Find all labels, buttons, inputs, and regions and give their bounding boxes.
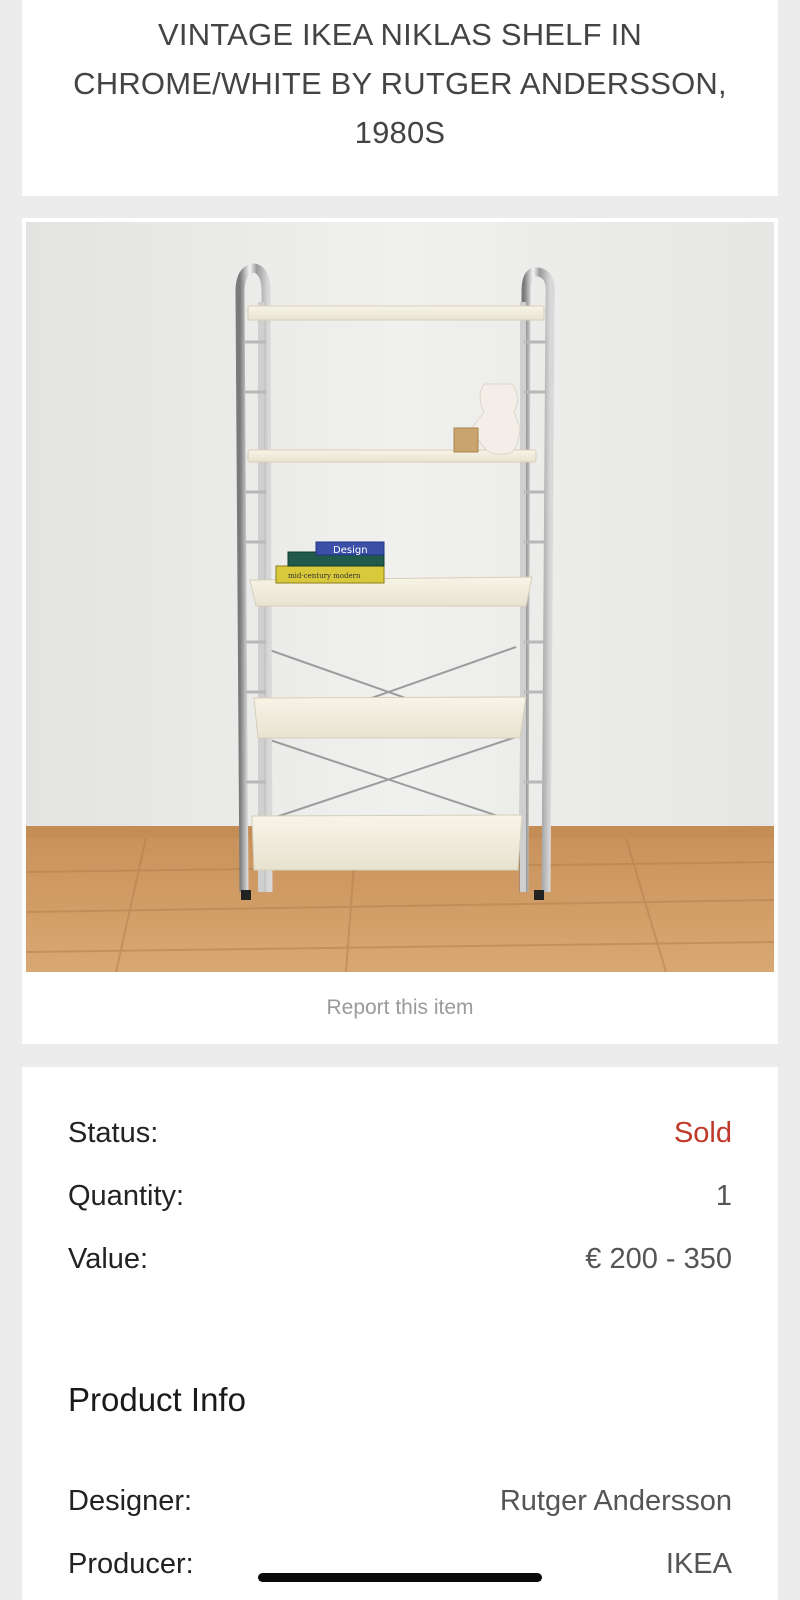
designer-row: Designer: Rutger Andersson (68, 1479, 732, 1523)
shelf-illustration: mid-century modern Design (26, 222, 774, 972)
book-label-bottom: mid-century modern (288, 572, 361, 580)
status-value: Sold (673, 1117, 732, 1149)
status-label: Status: (68, 1117, 159, 1149)
title-card: VINTAGE IKEA NIKLAS SHELF IN CHROME/WHIT… (22, 0, 778, 196)
quantity-row: Quantity: 1 (68, 1174, 732, 1218)
details-card: Status: Sold Quantity: 1 Value: € 200 - … (22, 1067, 778, 1600)
image-card: mid-century modern Design Report this it… (22, 218, 778, 1044)
value-label: Value: (68, 1243, 149, 1275)
quantity-label: Quantity: (68, 1180, 185, 1212)
product-info-heading: Product Info (68, 1381, 246, 1418)
product-photo[interactable]: mid-century modern Design (26, 222, 774, 972)
producer-value[interactable]: IKEA (666, 1542, 732, 1586)
quantity-value: 1 (715, 1180, 732, 1212)
status-row: Status: Sold (68, 1111, 732, 1155)
designer-label: Designer: (68, 1485, 193, 1517)
designer-value[interactable]: Rutger Andersson (500, 1479, 732, 1523)
value-range: € 200 - 350 (585, 1243, 732, 1275)
producer-label: Producer: (68, 1548, 194, 1580)
listing-title: VINTAGE IKEA NIKLAS SHELF IN CHROME/WHIT… (73, 17, 727, 150)
report-item-link[interactable]: Report this item (22, 996, 778, 1020)
value-row: Value: € 200 - 350 (68, 1237, 732, 1281)
book-label-top: Design (333, 545, 368, 556)
home-indicator[interactable] (258, 1573, 542, 1582)
